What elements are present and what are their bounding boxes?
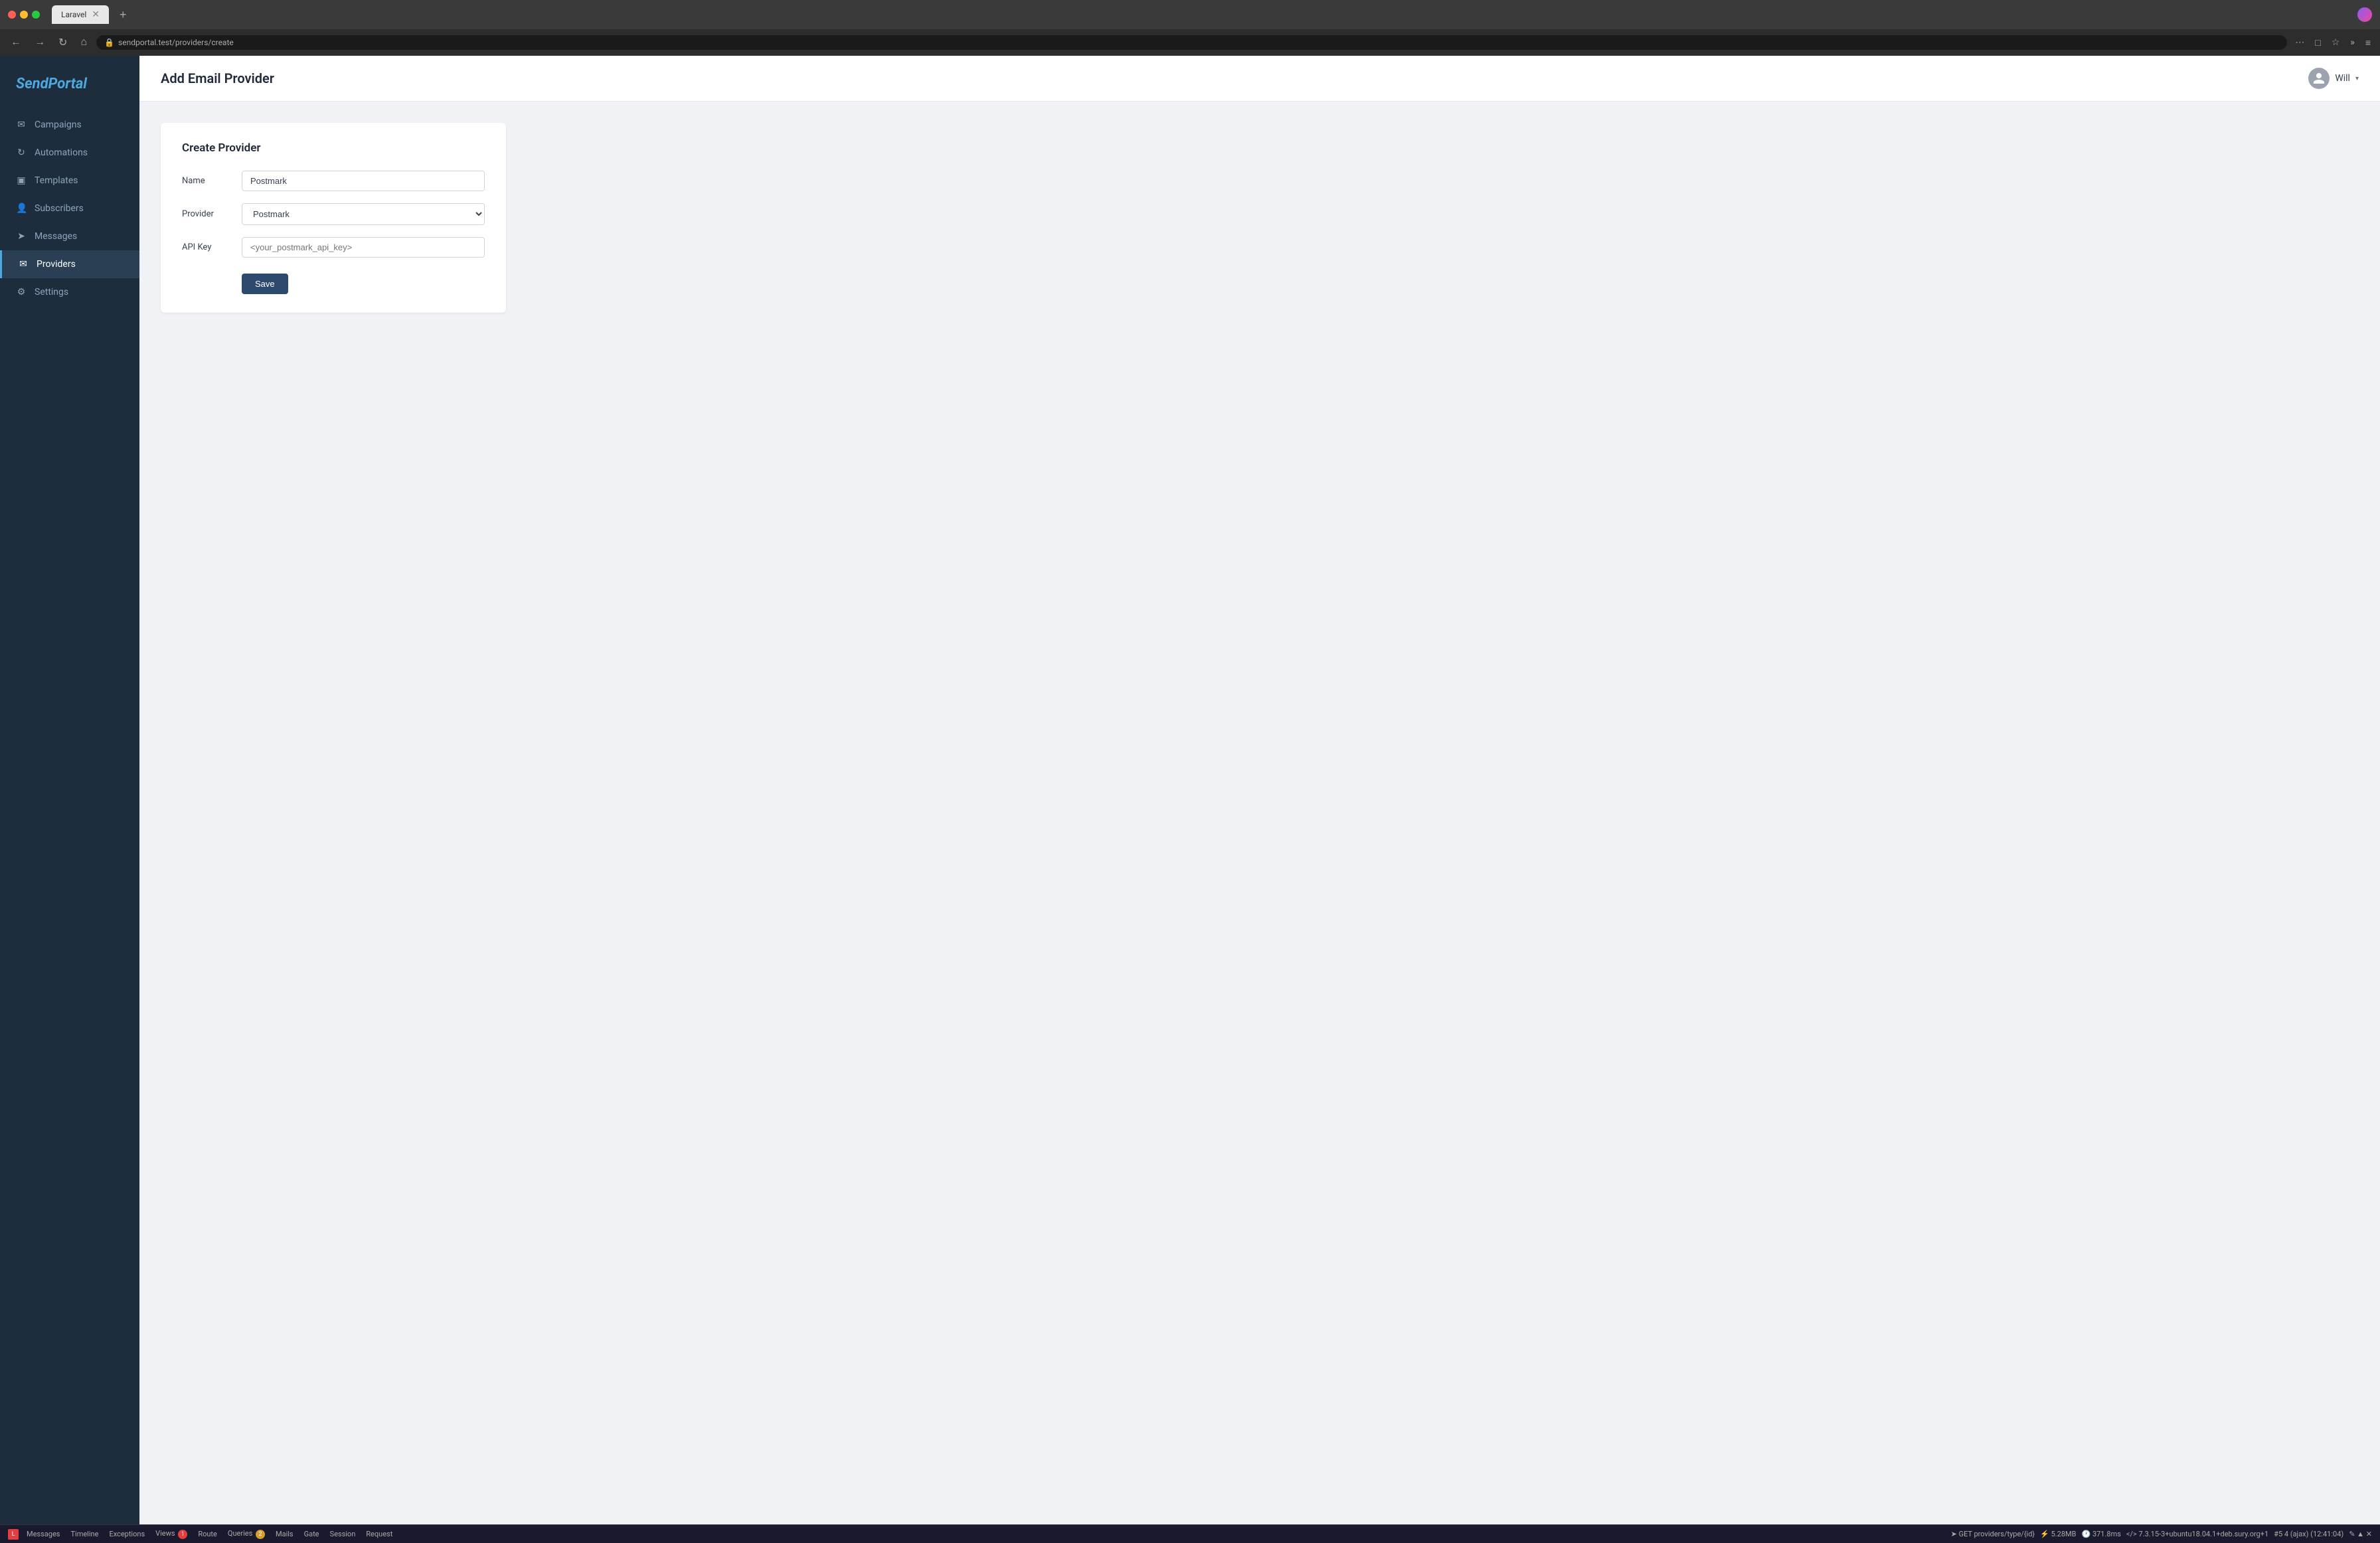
debug-views[interactable]: Views 1 (150, 1529, 193, 1539)
name-field-group: Name (182, 171, 485, 191)
close-dot[interactable] (8, 11, 16, 19)
form-actions: Save (182, 270, 485, 294)
queries-badge: 2 (256, 1530, 265, 1539)
debug-queries[interactable]: Queries 2 (222, 1529, 270, 1539)
sidebar: SendPortal ✉ Campaigns ↻ Automations ▣ T… (0, 56, 139, 1524)
reader-icon[interactable]: □ (2312, 35, 2323, 51)
debug-controls[interactable]: ✎ ▲ ✕ (2349, 1530, 2372, 1538)
app-logo-link[interactable]: SendPortal (16, 76, 87, 92)
provider-field-group: Provider Postmark SES Mailgun Sendgrid S… (182, 203, 485, 225)
browser-chrome: Laravel ✕ + ← → ↻ ⌂ 🔒 sendportal.test/pr… (0, 0, 2380, 56)
debug-session[interactable]: Session (325, 1530, 361, 1538)
user-avatar-icon (2312, 72, 2326, 85)
sidebar-item-label-messages: Messages (35, 231, 77, 242)
name-label: Name (182, 176, 242, 186)
debug-build: #5 4 (ajax) (12:41:04) (2274, 1530, 2343, 1538)
toolbar-icons: ⋯ □ ☆ » ≡ (2292, 35, 2373, 51)
sidebar-item-label-settings: Settings (35, 287, 68, 297)
debug-mails[interactable]: Mails (270, 1530, 299, 1538)
settings-icon: ⚙ (16, 287, 27, 297)
debug-route[interactable]: Route (193, 1530, 222, 1538)
sidebar-item-label-subscribers: Subscribers (35, 203, 84, 214)
extensions-icon[interactable]: » (2347, 35, 2357, 51)
card-title: Create Provider (182, 141, 485, 155)
debug-time: 🕐 371.8ms (2082, 1530, 2121, 1538)
topbar: Add Email Provider Will ▾ (139, 56, 2380, 102)
automations-icon: ↻ (16, 147, 27, 158)
debug-bar-left: L Messages Timeline Exceptions Views 1 R… (8, 1529, 398, 1540)
user-name: Will (2335, 73, 2350, 84)
debug-route-info: ➤ GET providers/type/{id} (1951, 1530, 2035, 1538)
debug-bar: L Messages Timeline Exceptions Views 1 R… (0, 1524, 2380, 1543)
back-button[interactable]: ← (7, 34, 25, 51)
sidebar-navigation: ✉ Campaigns ↻ Automations ▣ Templates 👤 … (0, 111, 139, 306)
url-text[interactable]: sendportal.test/providers/create (118, 38, 2279, 47)
debug-memory: ⚡ 5.28MB (2040, 1530, 2076, 1538)
window-controls (8, 11, 40, 19)
provider-select[interactable]: Postmark SES Mailgun Sendgrid SMTP (242, 203, 485, 225)
app-container: SendPortal ✉ Campaigns ↻ Automations ▣ T… (0, 56, 2380, 1524)
debug-messages[interactable]: Messages (21, 1530, 65, 1538)
chevron-down-icon: ▾ (2355, 75, 2359, 82)
sidebar-item-automations[interactable]: ↻ Automations (0, 139, 139, 167)
save-button[interactable]: Save (242, 274, 288, 294)
menu-icon[interactable]: ≡ (2363, 35, 2373, 51)
subscribers-icon: 👤 (16, 203, 27, 214)
content-area: Create Provider Name Provider Postmark S… (139, 102, 2380, 1524)
address-bar[interactable]: 🔒 sendportal.test/providers/create (96, 35, 2287, 50)
debug-bar-right: ➤ GET providers/type/{id} ⚡ 5.28MB 🕐 371… (1951, 1530, 2372, 1538)
sidebar-item-label-campaigns: Campaigns (35, 120, 82, 130)
avatar (2308, 68, 2330, 89)
bookmark-icon[interactable]: ☆ (2329, 35, 2343, 51)
home-button[interactable]: ⌂ (76, 34, 91, 51)
sidebar-item-subscribers[interactable]: 👤 Subscribers (0, 195, 139, 222)
debug-php: </> 7.3.15-3+ubuntu18.04.1+deb.sury.org+… (2126, 1530, 2268, 1538)
debug-exceptions[interactable]: Exceptions (104, 1530, 150, 1538)
campaigns-icon: ✉ (16, 120, 27, 130)
create-provider-card: Create Provider Name Provider Postmark S… (161, 123, 506, 313)
api-key-field-group: API Key (182, 237, 485, 258)
debug-request[interactable]: Request (361, 1530, 398, 1538)
name-input[interactable] (242, 171, 485, 191)
sidebar-item-templates[interactable]: ▣ Templates (0, 167, 139, 195)
user-menu[interactable]: Will ▾ (2308, 68, 2359, 89)
sidebar-item-settings[interactable]: ⚙ Settings (0, 278, 139, 306)
forward-button[interactable]: → (31, 34, 49, 51)
sidebar-item-label-providers: Providers (37, 259, 76, 270)
sidebar-item-providers[interactable]: ✉ Providers (0, 250, 139, 278)
browser-toolbar: ← → ↻ ⌂ 🔒 sendportal.test/providers/crea… (0, 29, 2380, 56)
api-key-input[interactable] (242, 237, 485, 258)
minimize-dot[interactable] (20, 11, 28, 19)
debug-timeline[interactable]: Timeline (65, 1530, 104, 1538)
tab-close-button[interactable]: ✕ (92, 9, 100, 20)
new-tab-button[interactable]: + (114, 8, 132, 22)
debug-logo: L (8, 1529, 19, 1540)
views-badge: 1 (178, 1530, 187, 1539)
tab-title: Laravel (61, 10, 86, 19)
main-content: Add Email Provider Will ▾ Create Provide… (139, 56, 2380, 1524)
debug-gate[interactable]: Gate (299, 1530, 325, 1538)
more-tools-icon[interactable]: ⋯ (2292, 35, 2307, 51)
providers-icon: ✉ (18, 259, 29, 270)
api-key-label: API Key (182, 242, 242, 252)
sidebar-logo[interactable]: SendPortal (0, 69, 139, 111)
browser-tab[interactable]: Laravel ✕ (52, 5, 109, 24)
extension-icon[interactable] (2357, 7, 2372, 22)
sidebar-item-campaigns[interactable]: ✉ Campaigns (0, 111, 139, 139)
sidebar-item-messages[interactable]: ➤ Messages (0, 222, 139, 250)
page-title: Add Email Provider (161, 70, 274, 86)
browser-titlebar: Laravel ✕ + (0, 0, 2380, 29)
security-icon: 🔒 (104, 38, 114, 47)
refresh-button[interactable]: ↻ (54, 33, 71, 52)
maximize-dot[interactable] (32, 11, 40, 19)
sidebar-item-label-templates: Templates (35, 175, 78, 186)
templates-icon: ▣ (16, 175, 27, 186)
sidebar-item-label-automations: Automations (35, 147, 88, 158)
provider-label: Provider (182, 209, 242, 219)
messages-icon: ➤ (16, 231, 27, 242)
